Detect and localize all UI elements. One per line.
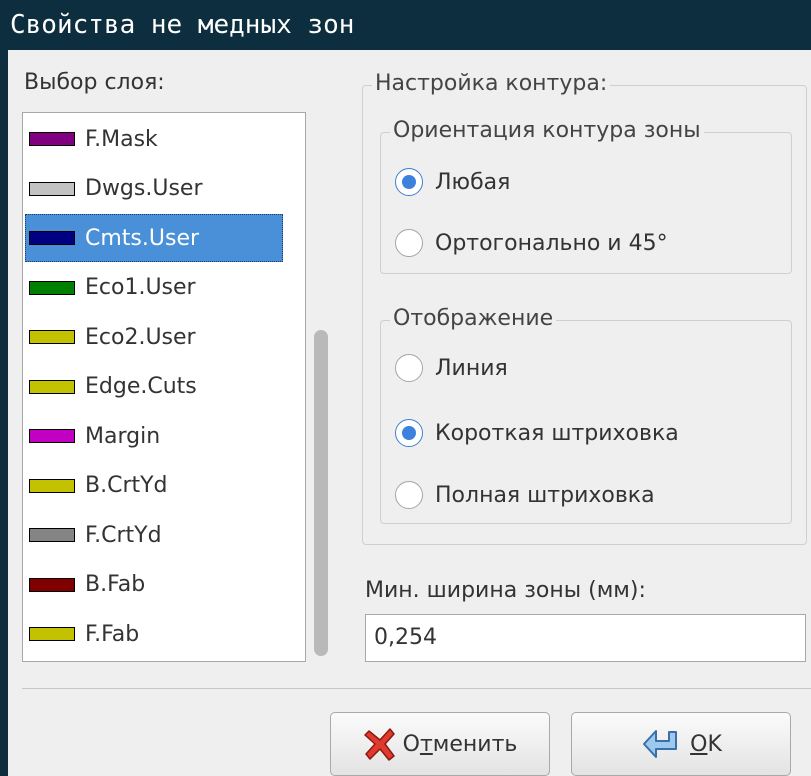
layer-name: Margin xyxy=(85,423,161,449)
layer-select-label: Выбор слоя: xyxy=(24,70,165,95)
ok-button[interactable]: OK xyxy=(571,712,791,776)
layer-color-swatch xyxy=(29,379,75,394)
layer-color-swatch xyxy=(29,528,75,542)
ok-label: OK xyxy=(690,731,722,757)
cancel-button[interactable]: Отменить xyxy=(330,712,550,776)
layer-item-cmts-user[interactable]: Cmts.User xyxy=(25,214,283,262)
layer-color-swatch xyxy=(29,627,75,641)
layer-name: Eco2.User xyxy=(85,324,196,350)
cancel-label: Отменить xyxy=(402,731,518,757)
layer-name: B.CrtYd xyxy=(85,473,168,498)
radio-orthogonal[interactable] xyxy=(395,229,423,257)
radio-line[interactable] xyxy=(395,354,423,382)
layer-color-swatch xyxy=(29,330,75,344)
button-separator xyxy=(22,688,811,689)
layer-name: Cmts.User xyxy=(85,225,200,251)
layer-list-scrollbar[interactable] xyxy=(314,330,328,656)
window-title-bar: Свойства не медных зон xyxy=(0,0,811,50)
display-group-title: Отображение xyxy=(390,306,557,332)
orientation-orthogonal-label: Ортогонально и 45° xyxy=(435,230,668,256)
enter-arrow-icon xyxy=(640,727,684,761)
layer-color-swatch xyxy=(29,181,75,196)
cancel-x-icon xyxy=(363,726,397,762)
layer-list[interactable]: F.Mask Dwgs.User Cmts.User Eco1.User Eco2.Us… xyxy=(22,112,306,662)
layer-item-margin[interactable]: Margin xyxy=(25,412,283,460)
layer-color-swatch xyxy=(29,231,75,245)
layer-item-f-crtyd[interactable]: F.CrtYd xyxy=(25,511,283,559)
layer-name: F.CrtYd xyxy=(85,522,162,548)
min-width-input[interactable]: 0,254 xyxy=(365,614,806,662)
display-option-full-hatch[interactable]: Полная штриховка xyxy=(395,475,655,515)
layer-item-f-fab[interactable]: F.Fab xyxy=(25,610,283,658)
min-width-label: Мин. ширина зоны (мм): xyxy=(365,578,646,603)
layer-color-swatch xyxy=(29,577,75,592)
layer-name: B.Fab xyxy=(85,572,146,597)
window-border xyxy=(0,50,8,776)
layer-name: Eco1.User xyxy=(85,275,196,300)
display-full-hatch-label: Полная штриховка xyxy=(435,482,655,508)
radio-full-hatch[interactable] xyxy=(395,481,423,509)
layer-color-swatch xyxy=(29,280,75,295)
layer-color-swatch xyxy=(29,478,75,493)
layer-color-swatch xyxy=(29,429,75,443)
display-line-label: Линия xyxy=(435,355,508,381)
layer-color-swatch xyxy=(29,132,75,146)
outline-settings-title: Настройка контура: xyxy=(372,71,611,97)
layer-name: F.Fab xyxy=(85,621,140,647)
layer-item-f-mask[interactable]: F.Mask xyxy=(25,115,283,163)
layer-name: Dwgs.User xyxy=(85,176,203,201)
layer-item-b-fab[interactable]: B.Fab xyxy=(25,561,283,609)
window-title: Свойства не медных зон xyxy=(10,10,355,40)
orientation-option-any[interactable]: Любая xyxy=(395,162,510,202)
radio-any[interactable] xyxy=(395,168,423,196)
orientation-any-label: Любая xyxy=(435,169,511,195)
radio-short-hatch[interactable] xyxy=(395,419,423,447)
layer-item-eco1-user[interactable]: Eco1.User xyxy=(25,264,283,312)
display-option-short-hatch[interactable]: Короткая штриховка xyxy=(395,413,679,453)
layer-item-b-crtyd[interactable]: B.CrtYd xyxy=(25,462,283,510)
display-option-line[interactable]: Линия xyxy=(395,348,508,388)
layer-item-eco2-user[interactable]: Eco2.User xyxy=(25,313,283,361)
layer-item-dwgs-user[interactable]: Dwgs.User xyxy=(25,165,283,213)
orientation-group-title: Ориентация контура зоны xyxy=(390,118,704,144)
orientation-option-orthogonal[interactable]: Ортогонально и 45° xyxy=(395,223,668,263)
layer-item-edge-cuts[interactable]: Edge.Cuts xyxy=(25,363,283,411)
layer-name: F.Mask xyxy=(85,126,158,152)
layer-name: Edge.Cuts xyxy=(85,374,197,399)
display-short-hatch-label: Короткая штриховка xyxy=(435,420,679,446)
